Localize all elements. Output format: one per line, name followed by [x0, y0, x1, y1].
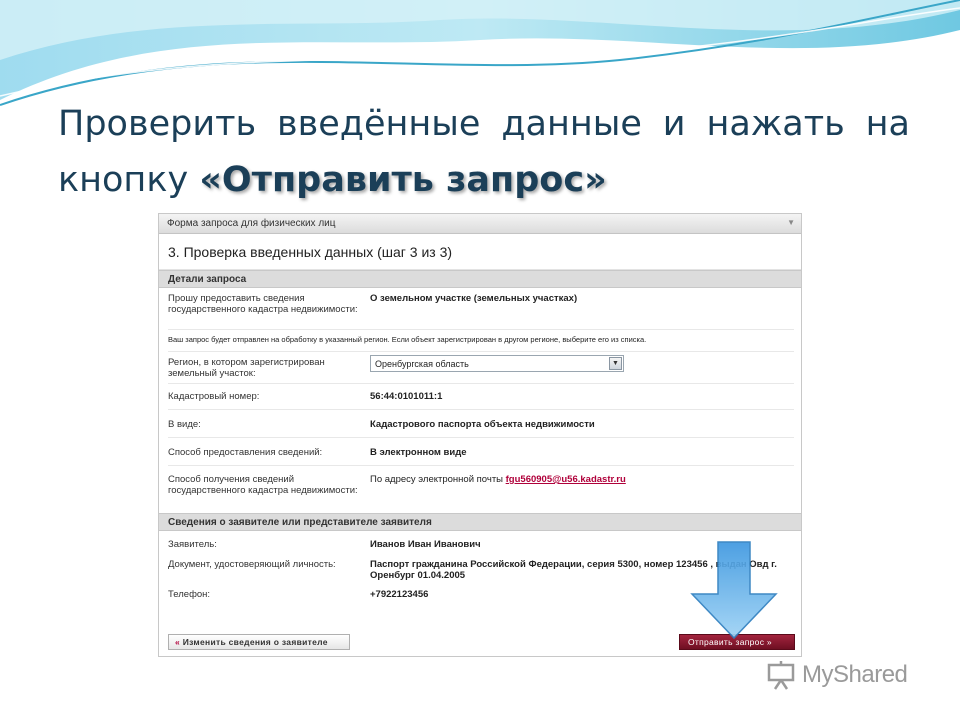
slide-title-accent: «Отправить запрос» — [199, 160, 607, 200]
row-receipt-method: Способ получения сведений государственно… — [168, 466, 794, 513]
row-value: Кадастрового паспорта объекта недвижимос… — [370, 419, 595, 430]
row-label: Кадастровый номер: — [168, 391, 260, 402]
region-select[interactable]: Оренбургская область ▼ — [370, 355, 624, 372]
row-label: Способ получения сведений государственно… — [168, 474, 358, 496]
row-form-type: В виде: Кадастрового паспорта объекта не… — [168, 410, 794, 438]
collapse-arrow-icon[interactable]: ▼ — [787, 218, 795, 227]
change-applicant-button[interactable]: « Изменить сведения о заявителе — [168, 634, 350, 650]
row-value: О земельном участке (земельных участках) — [370, 293, 578, 304]
row-cadastral-number: Кадастровый номер: 56:44:0101011:1 — [168, 384, 794, 410]
section-request-details: Детали запроса — [159, 270, 801, 288]
row-label: Телефон: — [168, 589, 211, 600]
change-applicant-label: Изменить сведения о заявителе — [182, 637, 328, 647]
watermark: MyShared — [766, 657, 926, 693]
row-region: Регион, в котором зарегистрирован земель… — [168, 352, 794, 384]
step-title: 3. Проверка введенных данных (шаг 3 из 3… — [159, 234, 801, 270]
arrow-down-icon — [690, 541, 778, 640]
region-select-value: Оренбургская область — [375, 359, 469, 369]
row-label: Документ, удостоверяющий личность: — [168, 559, 336, 570]
row-value-prefix: По адресу электронной почты — [370, 474, 506, 485]
row-request-type: Прошу предоставить сведения государствен… — [168, 288, 794, 330]
row-label: Заявитель: — [168, 539, 217, 550]
form-header-title: Форма запроса для физических лиц — [167, 218, 336, 229]
row-label: Прошу предоставить сведения государствен… — [168, 293, 358, 315]
row-label: В виде: — [168, 419, 201, 430]
chevron-down-icon[interactable]: ▼ — [609, 357, 622, 370]
row-value: В электронном виде — [370, 447, 467, 458]
presentation-icon — [767, 661, 795, 690]
row-label: Регион, в котором зарегистрирован земель… — [168, 357, 325, 379]
slide-title: Проверить введённые данные и нажать на к… — [58, 96, 910, 208]
step-title-suffix: (шаг 3 из 3) — [373, 244, 453, 260]
watermark-text: MyShared — [802, 661, 908, 688]
email-link[interactable]: fgu560905@u56.kadastr.ru — [506, 474, 626, 485]
row-label: Способ предоставления сведений: — [168, 447, 323, 458]
row-delivery-method: Способ предоставления сведений: В электр… — [168, 438, 794, 466]
row-value: 56:44:0101011:1 — [370, 391, 443, 402]
region-note: Ваш запрос будет отправлен на обработку … — [168, 330, 794, 352]
chevron-left-icon: « — [175, 637, 181, 647]
section-applicant: Сведения о заявителе или представителе з… — [159, 513, 801, 531]
form-header: Форма запроса для физических лиц ▼ — [159, 214, 801, 234]
step-title-main: 3. Проверка введенных данных — [168, 244, 374, 260]
